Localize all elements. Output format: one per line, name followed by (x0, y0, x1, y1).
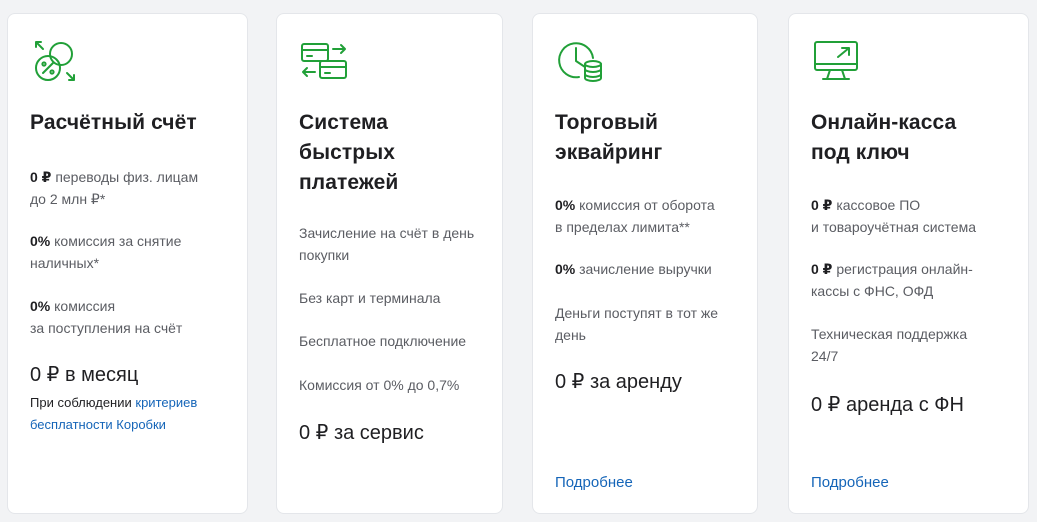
feature-item: 0% комиссия за поступления на счёт (30, 298, 183, 336)
price-condition-note: При соблюдении критериев бесплатности Кор… (30, 395, 198, 432)
feature-item: 0% зачисление выручки (555, 261, 712, 277)
price-label: 0 ₽ за сервис (299, 422, 424, 444)
feature-item: Без карт и терминала (299, 290, 441, 306)
feature-item: 0 ₽ кассовое ПО и товароучётная система (811, 197, 976, 235)
feature-item: Бесплатное подключение (299, 333, 467, 349)
feature-item: Зачисление на счёт в день покупки (299, 225, 475, 263)
product-card-fast-payments: Система быстрых платежей Зачисление на с… (276, 13, 503, 514)
feature-item: 0 ₽ регистрация онлайн- кассы с ФНС, ОФД (811, 261, 973, 299)
product-card-online-cashbox: Онлайн-касса под ключ 0 ₽ кассовое ПО и … (788, 13, 1029, 514)
feature-item: Техническая поддержка 24/7 (811, 326, 968, 364)
more-details-link[interactable]: Подробнее (555, 474, 633, 491)
card-title: Система быстрых платежей (299, 111, 399, 194)
feature-item: 0% комиссия от оборота в пределах лимита… (555, 197, 715, 235)
card-title: Торговый эквайринг (555, 111, 663, 164)
product-card-acquiring: Торговый эквайринг 0% комиссия от оборот… (532, 13, 758, 514)
feature-item: Деньги поступят в тот же день (555, 305, 719, 343)
clock-coins-icon (558, 42, 602, 82)
card-title: Расчётный счёт (30, 111, 197, 134)
product-card-settlement-account: Расчётный счёт 0 ₽ переводы физ. лицам д… (7, 13, 248, 514)
price-label: 0 ₽ в месяц (30, 364, 139, 386)
price-label: 0 ₽ за аренду (555, 371, 682, 393)
monitor-arrow-icon (814, 41, 858, 80)
card-title: Онлайн-касса под ключ (811, 111, 957, 164)
percent-coins-exchange-icon (35, 41, 75, 81)
feature-item: 0% комиссия за снятие наличных* (30, 233, 182, 271)
cards-transfer-icon (301, 43, 347, 79)
feature-item: 0 ₽ переводы физ. лицам до 2 млн ₽* (30, 169, 199, 207)
price-label: 0 ₽ аренда с ФН (811, 394, 964, 416)
feature-item: Комиссия от 0% до 0,7% (299, 377, 460, 393)
more-details-link[interactable]: Подробнее (811, 474, 889, 491)
